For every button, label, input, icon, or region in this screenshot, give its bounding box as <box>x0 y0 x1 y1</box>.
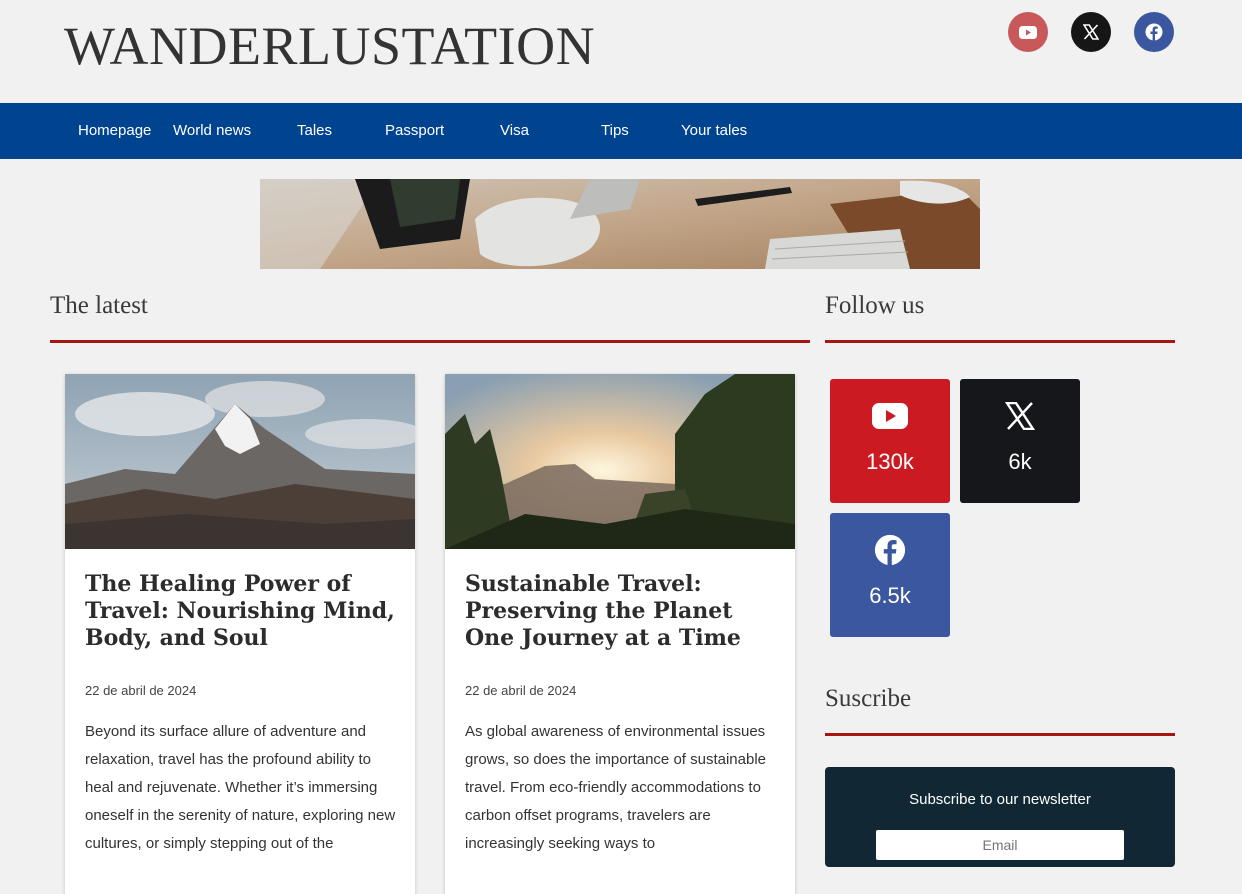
x-icon <box>1005 402 1035 430</box>
post-title[interactable]: The Healing Power of Travel: Nourishing … <box>85 571 395 652</box>
post-date: 22 de abril de 2024 <box>465 683 577 698</box>
x-icon <box>1083 24 1099 40</box>
nav-world-news[interactable]: World news <box>173 103 251 159</box>
post-excerpt: As global awareness of environmental iss… <box>465 723 767 852</box>
nav-passport[interactable]: Passport <box>385 103 444 159</box>
facebook-icon <box>1145 23 1163 41</box>
follow-divider <box>825 340 1175 343</box>
banner-image[interactable] <box>260 179 980 269</box>
follow-heading: Follow us <box>825 292 925 319</box>
youtube-icon <box>872 403 908 429</box>
subscribe-divider <box>825 733 1175 736</box>
nav-visa[interactable]: Visa <box>500 103 529 159</box>
nav-your-tales[interactable]: Your tales <box>681 103 747 159</box>
nav-tips[interactable]: Tips <box>601 103 629 159</box>
nav-homepage[interactable]: Homepage <box>78 103 151 159</box>
follow-count: 6k <box>1008 449 1032 474</box>
nav-tales[interactable]: Tales <box>297 103 332 159</box>
follow-facebook-tile[interactable]: 6.5k <box>830 513 950 637</box>
header-social-links <box>1008 12 1174 52</box>
follow-count: 6.5k <box>869 583 911 608</box>
header-x-button[interactable] <box>1071 12 1111 52</box>
post-card: Sustainable Travel: Preserving the Plane… <box>445 374 795 894</box>
post-title[interactable]: Sustainable Travel: Preserving the Plane… <box>465 571 775 652</box>
header-facebook-button[interactable] <box>1134 12 1174 52</box>
post-excerpt: Beyond its surface allure of adventure a… <box>85 723 396 852</box>
latest-divider <box>50 340 810 343</box>
main-nav: Homepage World news Tales Passport Visa … <box>0 103 1242 159</box>
follow-youtube-tile[interactable]: 130k <box>830 379 950 503</box>
follow-count: 130k <box>866 449 914 474</box>
header-youtube-button[interactable] <box>1008 12 1048 52</box>
latest-heading: The latest <box>50 292 148 319</box>
newsletter-box: Subscribe to our newsletter <box>825 767 1175 867</box>
newsletter-label: Subscribe to our newsletter <box>909 791 1091 808</box>
facebook-icon <box>874 534 906 566</box>
post-card: The Healing Power of Travel: Nourishing … <box>65 374 415 894</box>
post-image-mountain[interactable] <box>65 374 415 549</box>
post-date: 22 de abril de 2024 <box>85 683 197 698</box>
newsletter-email-input[interactable] <box>876 830 1124 860</box>
youtube-icon <box>1019 25 1037 39</box>
post-image-valley-sunset[interactable] <box>445 374 795 549</box>
subscribe-heading: Suscribe <box>825 685 912 712</box>
follow-x-tile[interactable]: 6k <box>960 379 1080 503</box>
site-title[interactable]: WANDERLUSTATION <box>64 14 595 78</box>
desk-illustration <box>260 179 980 269</box>
